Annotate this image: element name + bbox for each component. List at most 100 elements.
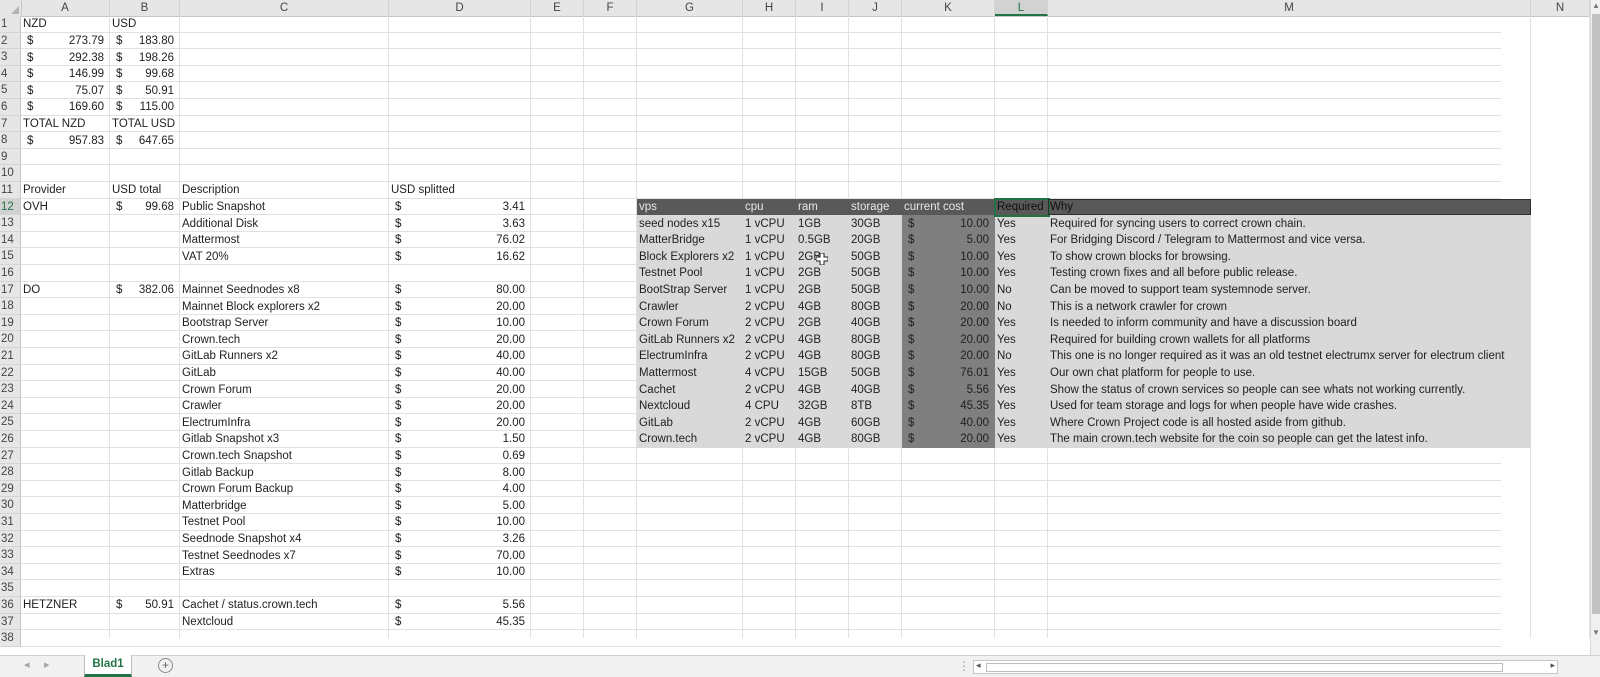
vps-row-ram[interactable]: 4GB bbox=[798, 348, 821, 364]
vps-row-storage[interactable]: 80GB bbox=[851, 348, 880, 364]
vps-row-required[interactable]: No bbox=[997, 282, 1012, 298]
row-header-18[interactable]: 18 bbox=[0, 298, 21, 315]
vps-header-g[interactable]: vps bbox=[639, 199, 657, 215]
vps-header-j[interactable]: storage bbox=[851, 199, 889, 215]
cell-b11[interactable]: USD total bbox=[112, 182, 161, 198]
cell-c23[interactable]: Crown Forum bbox=[182, 382, 252, 398]
column-header-a[interactable]: A bbox=[21, 0, 110, 16]
vertical-scrollbar[interactable]: ▲ ▼ bbox=[1590, 0, 1600, 655]
cell-b3[interactable]: 198.26 bbox=[110, 50, 174, 66]
row-header-38[interactable]: 38 bbox=[0, 630, 21, 647]
cell-a36[interactable]: HETZNER bbox=[23, 597, 77, 613]
column-header-n[interactable]: N bbox=[1531, 0, 1590, 16]
cell-a3[interactable]: 292.38 bbox=[21, 50, 104, 66]
row-header-37[interactable]: 37 bbox=[0, 613, 21, 631]
cell-d30[interactable]: 5.00 bbox=[389, 498, 525, 514]
cell-d15[interactable]: 16.62 bbox=[389, 249, 525, 265]
cell-b4[interactable]: 99.68 bbox=[110, 66, 174, 82]
column-header-i[interactable]: I bbox=[796, 0, 849, 16]
vps-row-required[interactable]: No bbox=[997, 348, 1012, 364]
row-header-7[interactable]: 7 bbox=[0, 115, 21, 133]
vps-row-cost[interactable]: 5.56 bbox=[902, 382, 989, 398]
vps-row-cost[interactable]: 5.00 bbox=[902, 232, 989, 248]
cell-b7[interactable]: TOTAL USD bbox=[112, 116, 175, 132]
cell-c17[interactable]: Mainnet Seednodes x8 bbox=[182, 282, 300, 298]
vps-row-cpu[interactable]: 2 vCPU bbox=[745, 315, 785, 331]
vps-row-cpu[interactable]: 4 vCPU bbox=[745, 365, 785, 381]
vps-row-cpu[interactable]: 1 vCPU bbox=[745, 216, 785, 232]
vps-row-cpu[interactable]: 2 vCPU bbox=[745, 348, 785, 364]
vps-row-storage[interactable]: 50GB bbox=[851, 249, 880, 265]
cell-d37[interactable]: 45.35 bbox=[389, 614, 525, 630]
row-header-14[interactable]: 14 bbox=[0, 231, 21, 249]
row-header-35[interactable]: 35 bbox=[0, 580, 21, 597]
vps-row-ram[interactable]: 2GB bbox=[798, 315, 821, 331]
column-header-e[interactable]: E bbox=[531, 0, 584, 16]
cell-b2[interactable]: 183.80 bbox=[110, 33, 174, 49]
column-header-c[interactable]: C bbox=[180, 0, 389, 16]
vps-row-cpu[interactable]: 2 vCPU bbox=[745, 382, 785, 398]
vps-row-name[interactable]: Cachet bbox=[639, 382, 675, 398]
vps-row-name[interactable]: Crawler bbox=[639, 299, 679, 315]
row-header-11[interactable]: 11 bbox=[0, 182, 21, 199]
vps-row-name[interactable]: Block Explorers x2 bbox=[639, 249, 734, 265]
cell-c22[interactable]: GitLab bbox=[182, 365, 216, 381]
vps-row-required[interactable]: No bbox=[997, 299, 1012, 315]
vps-row-required[interactable]: Yes bbox=[997, 332, 1016, 348]
sheet-nav-prev-icon[interactable]: ◂ bbox=[24, 658, 30, 671]
cell-d12[interactable]: 3.41 bbox=[389, 199, 525, 215]
vps-row-storage[interactable]: 80GB bbox=[851, 431, 880, 447]
vps-row-cost[interactable]: 40.00 bbox=[902, 415, 989, 431]
vps-row-storage[interactable]: 40GB bbox=[851, 315, 880, 331]
vps-row-ram[interactable]: 2GB bbox=[798, 282, 821, 298]
cell-a17[interactable]: DO bbox=[23, 282, 40, 298]
row-header-20[interactable]: 20 bbox=[0, 331, 21, 348]
scroll-right-arrow-icon[interactable]: ▸ bbox=[1550, 660, 1555, 671]
column-header-j[interactable]: J bbox=[849, 0, 902, 16]
cell-a7[interactable]: TOTAL NZD bbox=[23, 116, 85, 132]
vps-row-why[interactable]: Used for team storage and logs for when … bbox=[1050, 398, 1397, 414]
vps-row-cpu[interactable]: 1 vCPU bbox=[745, 265, 785, 281]
vps-row-ram[interactable]: 0.5GB bbox=[798, 232, 831, 248]
vertical-scroll-thumb[interactable] bbox=[1592, 14, 1600, 614]
cell-c37[interactable]: Nextcloud bbox=[182, 614, 233, 630]
vps-row-why[interactable]: Show the status of crown services so peo… bbox=[1050, 382, 1465, 398]
cell-d25[interactable]: 20.00 bbox=[389, 415, 525, 431]
cell-a4[interactable]: 146.99 bbox=[21, 66, 104, 82]
vps-row-cpu[interactable]: 1 vCPU bbox=[745, 282, 785, 298]
row-header-25[interactable]: 25 bbox=[0, 414, 21, 431]
cell-d22[interactable]: 40.00 bbox=[389, 365, 525, 381]
column-header-h[interactable]: H bbox=[743, 0, 796, 16]
vps-row-name[interactable]: Nextcloud bbox=[639, 398, 690, 414]
cell-b6[interactable]: 115.00 bbox=[110, 99, 174, 115]
vps-row-why[interactable]: The main crown.tech website for the coin… bbox=[1050, 431, 1428, 447]
vps-row-cost[interactable]: 10.00 bbox=[902, 216, 989, 232]
cell-d29[interactable]: 4.00 bbox=[389, 481, 525, 497]
vps-row-ram[interactable]: 15GB bbox=[798, 365, 827, 381]
row-header-12[interactable]: 12 bbox=[0, 198, 21, 216]
vps-row-cost[interactable]: 10.00 bbox=[902, 249, 989, 265]
cell-b36[interactable]: 50.91 bbox=[110, 597, 174, 613]
plus-circle-icon[interactable]: + bbox=[158, 658, 173, 673]
cell-a12[interactable]: OVH bbox=[23, 199, 48, 215]
vps-row-name[interactable]: GitLab bbox=[639, 415, 673, 431]
cell-d11[interactable]: USD splitted bbox=[391, 182, 455, 198]
vps-row-ram[interactable]: 1GB bbox=[798, 216, 821, 232]
row-header-28[interactable]: 28 bbox=[0, 464, 21, 481]
cell-c14[interactable]: Mattermost bbox=[182, 232, 240, 248]
vps-row-name[interactable]: BootStrap Server bbox=[639, 282, 727, 298]
vps-row-ram[interactable]: 32GB bbox=[798, 398, 827, 414]
vps-row-cpu[interactable]: 2 vCPU bbox=[745, 332, 785, 348]
vps-row-ram[interactable]: 4GB bbox=[798, 299, 821, 315]
sheet-tab-blad1[interactable]: Blad1 bbox=[84, 655, 132, 677]
cell-d27[interactable]: 0.69 bbox=[389, 448, 525, 464]
cell-c24[interactable]: Crawler bbox=[182, 398, 222, 414]
tab-splitter-handle[interactable]: ⋮ bbox=[958, 659, 971, 673]
spreadsheet-grid[interactable]: ABCDEFGHIJKLMN 1 2 3 4 5 6 7 8 9 10 11 12 13 14 15 16 17… bbox=[0, 0, 1600, 655]
cell-d23[interactable]: 20.00 bbox=[389, 382, 525, 398]
vps-row-cost[interactable]: 20.00 bbox=[902, 315, 989, 331]
horizontal-scrollbar[interactable]: ◂ ▸ bbox=[973, 660, 1558, 674]
row-header-2[interactable]: 2 bbox=[0, 32, 21, 50]
vps-row-ram[interactable]: 4GB bbox=[798, 415, 821, 431]
vps-header-m[interactable]: Why bbox=[1050, 199, 1073, 215]
